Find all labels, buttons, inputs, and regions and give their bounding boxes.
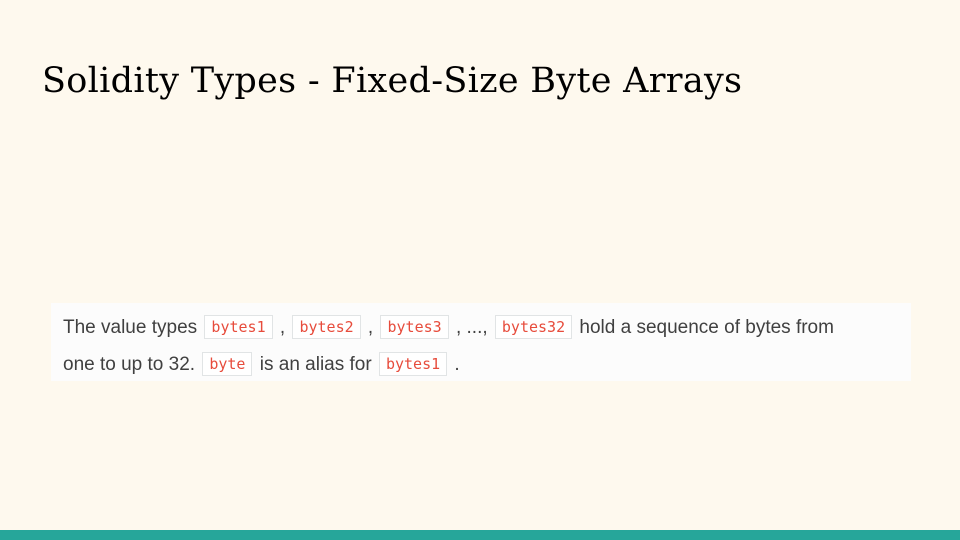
excerpt-text: The value types bbox=[63, 317, 203, 338]
accent-bar bbox=[0, 530, 960, 540]
excerpt-text: , bbox=[362, 317, 379, 338]
code-bytes1: bytes1 bbox=[204, 315, 273, 339]
code-bytes3: bytes3 bbox=[380, 315, 449, 339]
code-bytes32: bytes32 bbox=[494, 315, 573, 339]
excerpt-text: is an alias for bbox=[254, 354, 377, 375]
excerpt-text: , bbox=[274, 317, 291, 338]
excerpt-text: hold a sequence of bytes from bbox=[574, 317, 834, 338]
excerpt-text: , ..., bbox=[450, 317, 493, 338]
code-bytes1: bytes1 bbox=[378, 352, 448, 376]
code-byte: byte bbox=[202, 352, 253, 376]
excerpt-text: one to up to 32. bbox=[63, 354, 201, 375]
documentation-excerpt: The value types bytes1 , bytes2 , bytes3… bbox=[51, 303, 911, 381]
excerpt-line-2: one to up to 32. byte is an alias for by… bbox=[63, 346, 899, 383]
excerpt-text: . bbox=[449, 354, 460, 375]
slide-title: Solidity Types - Fixed-Size Byte Arrays bbox=[42, 61, 743, 101]
excerpt-line-1: The value types bytes1 , bytes2 , bytes3… bbox=[63, 309, 899, 346]
code-bytes2: bytes2 bbox=[292, 315, 361, 339]
